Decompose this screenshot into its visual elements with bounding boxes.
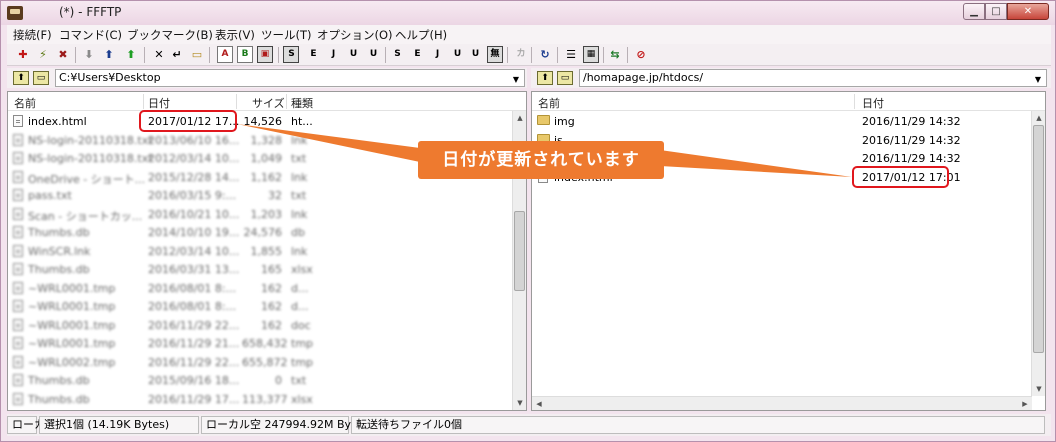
arrow-to-remote xyxy=(660,150,852,177)
callout-label: 日付が更新されています xyxy=(418,141,664,179)
arrow-to-local xyxy=(237,124,420,162)
callout-arrows xyxy=(237,124,852,177)
